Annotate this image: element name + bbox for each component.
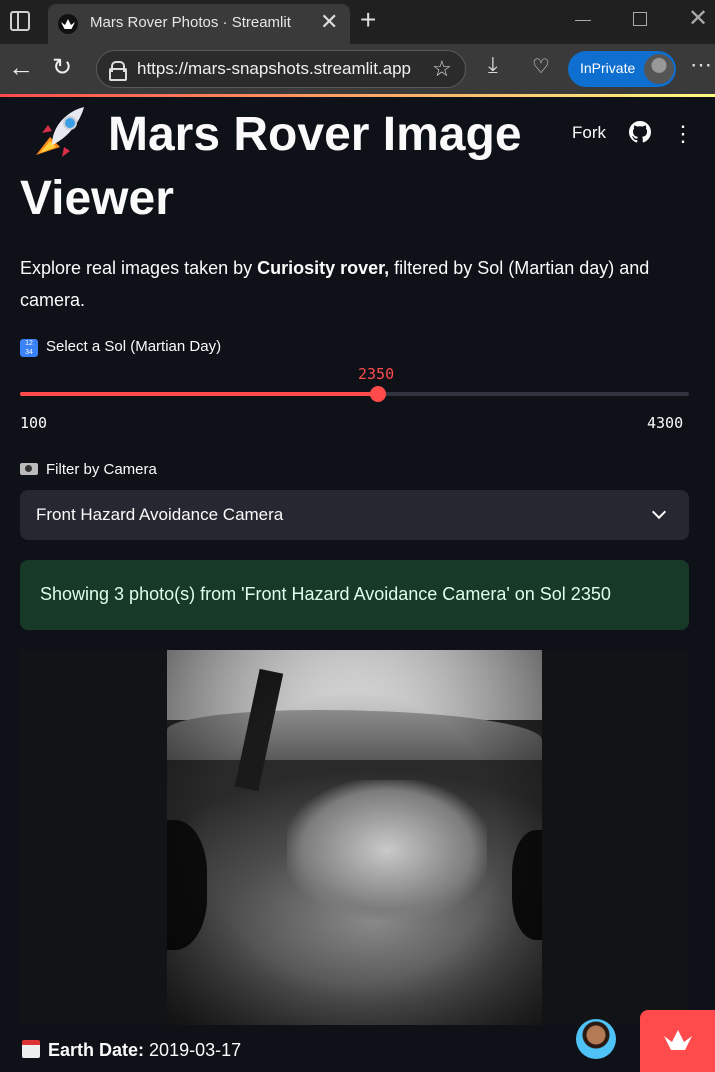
earth-date-label: Earth Date: (48, 1040, 145, 1060)
sol-slider-label: 12 34 Select a Sol (Martian Day) (20, 338, 221, 357)
camera-icon (20, 463, 38, 475)
earth-date-value: 2019-03-17 (149, 1040, 242, 1060)
sol-slider-label-text: Select a Sol (Martian Day) (46, 338, 222, 355)
window-close-icon[interactable]: ✕ (688, 4, 708, 33)
numbers-icon: 12 34 (20, 339, 38, 357)
earth-date: Earth Date: 2019-03-17 (22, 1040, 241, 1061)
intro-prefix: Explore real images taken by (20, 258, 258, 278)
reload-icon[interactable]: ↻ (52, 53, 72, 82)
more-menu-icon[interactable]: ⋯ (690, 52, 712, 78)
streamlit-app: Mars Rover Image Viewer Fork ⋮ Explore r… (0, 97, 715, 1072)
github-icon[interactable] (629, 121, 651, 143)
main-menu-icon[interactable]: ⋮ (672, 121, 694, 147)
camera-filter-label: Filter by Camera (20, 461, 157, 478)
tab-title: Mars Rover Photos · Streamlit (90, 14, 291, 31)
camera-select[interactable]: Front Hazard Avoidance Camera (20, 490, 689, 540)
sol-slider[interactable] (20, 386, 689, 402)
browser-tab[interactable]: Mars Rover Photos · Streamlit ✕ (48, 4, 350, 44)
intro-text: Explore real images taken by Curiosity r… (20, 252, 690, 316)
streamlit-favicon-icon (58, 14, 78, 34)
maximize-icon[interactable] (633, 12, 647, 26)
close-icon[interactable]: ✕ (320, 9, 338, 35)
hosted-with-streamlit-badge[interactable] (640, 1010, 715, 1072)
new-tab-icon[interactable]: + (360, 4, 376, 36)
chevron-down-icon (651, 504, 667, 520)
camera-filter-label-text: Filter by Camera (46, 461, 157, 478)
browser-navbar: ← ↻ https://mars-snapshots.streamlit.app… (0, 44, 715, 94)
browser-tabbar: Mars Rover Photos · Streamlit ✕ + ✕ (0, 0, 715, 44)
avatar[interactable] (576, 1019, 616, 1059)
address-bar[interactable]: https://mars-snapshots.streamlit.app ☆ (96, 50, 466, 88)
success-alert: Showing 3 photo(s) from 'Front Hazard Av… (20, 560, 689, 630)
rocket-icon (22, 103, 92, 163)
slider-max: 4300 (647, 414, 684, 432)
photo-container (20, 650, 689, 1025)
slider-fill (20, 392, 378, 396)
inprivate-button[interactable]: InPrivate (568, 51, 676, 87)
success-message: Showing 3 photo(s) from 'Front Hazard Av… (40, 584, 611, 604)
url-text[interactable]: https://mars-snapshots.streamlit.app (137, 59, 411, 79)
download-icon[interactable]: ⤓ (488, 52, 498, 78)
minimize-icon[interactable] (575, 20, 591, 21)
calendar-icon (22, 1040, 40, 1058)
favorite-star-icon[interactable]: ☆ (432, 56, 452, 82)
slider-value: 2350 (358, 365, 395, 383)
tab-actions-icon[interactable] (10, 11, 30, 31)
profile-avatar (644, 54, 674, 84)
rover-photo[interactable] (167, 650, 542, 1025)
slider-min: 100 (20, 414, 48, 432)
inprivate-label: InPrivate (580, 60, 636, 76)
streamlit-logo-icon (664, 1030, 692, 1050)
page-title-text: Mars Rover Image Viewer (20, 108, 522, 225)
browser-essentials-icon[interactable]: ♡ (532, 54, 550, 79)
fork-link[interactable]: Fork (572, 123, 606, 143)
intro-rover: Curiosity rover, (257, 258, 390, 278)
camera-select-value: Front Hazard Avoidance Camera (36, 505, 284, 524)
slider-thumb[interactable] (370, 386, 386, 402)
lock-icon (109, 61, 127, 81)
page-title: Mars Rover Image Viewer (20, 103, 580, 231)
back-arrow-icon[interactable]: ← (8, 52, 34, 83)
photo-vignette (167, 650, 542, 1025)
